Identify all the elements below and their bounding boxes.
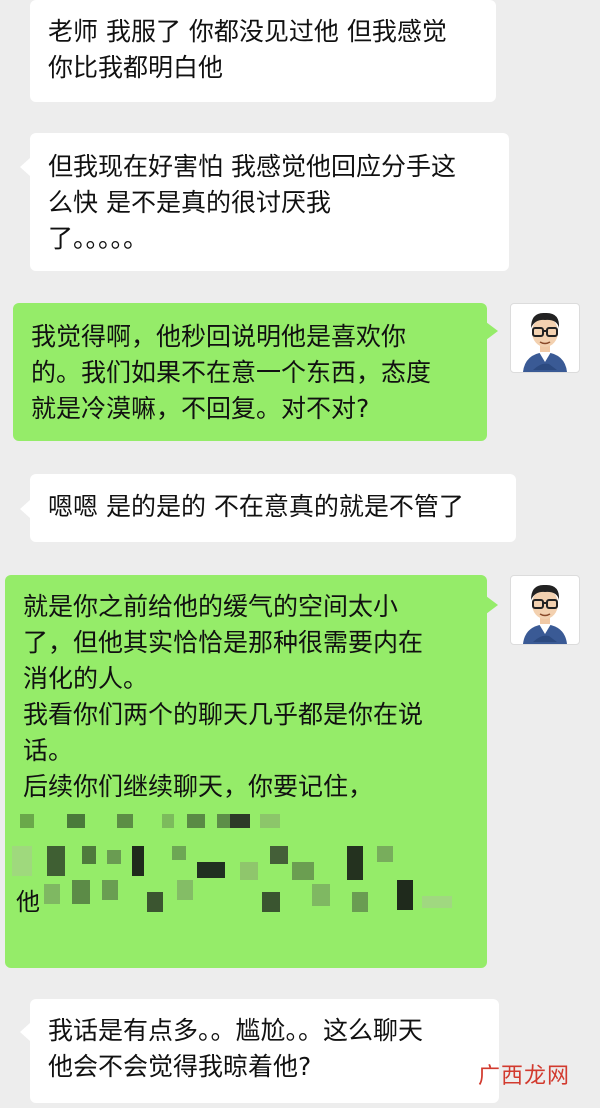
bubble-tail [486,596,498,614]
message-text-line: 我看你们两个的聊天几乎都是你在说 [23,700,424,729]
incoming-message: 但我现在好害怕 我感觉他回应分手这 么快 是不是真的很讨厌我 了。。。。。 [30,133,509,271]
bubble-tail [486,322,498,340]
message-text-line: 么快 是不是真的很讨厌我 [48,188,331,217]
message-text-line: 就是你之前给他的缓气的空间太小 [23,592,399,621]
outgoing-message: 我觉得啊，他秒回说明他是喜欢你 的。我们如果不在意一个东西，态度 就是冷漠嘛，不… [13,303,487,441]
teacher-avatar-icon [523,312,567,372]
message-text-line: 后续你们继续聊天，你要记住， [23,772,374,801]
avatar[interactable] [510,303,580,373]
message-text-line: 话。 [23,736,74,765]
bubble-tail [20,158,30,176]
message-text-line: 我觉得啊，他秒回说明他是喜欢你 [31,322,407,351]
censored-region: 他 [12,810,482,930]
message-text-line: 老师 我服了 你都没见过他 但我感觉 [48,17,447,46]
message-text-line: 消化的人。 [23,664,149,693]
message-text-line: 我话是有点多。。尴尬。。这么聊天 [48,1016,424,1045]
incoming-message: 老师 我服了 你都没见过他 但我感觉 你比我都明白他 [30,0,496,102]
incoming-message: 我话是有点多。。尴尬。。这么聊天 他会不会觉得我晾着他? [30,999,499,1103]
watermark-logo: 广西龙网 [477,1064,570,1089]
message-text-line: 他会不会觉得我晾着他? [48,1052,312,1081]
message-text-line: 嗯嗯 是的是的 不在意真的就是不管了 [48,492,464,521]
message-text-line: 但我现在好害怕 我感觉他回应分手这 [48,152,456,181]
teacher-avatar-icon [523,584,567,644]
message-text-line: 就是冷漠嘛，不回复。对不对? [31,394,370,423]
avatar[interactable] [510,575,580,645]
message-text-line: 了。。。。。 [48,224,149,253]
censored-fragment: 他 [16,888,40,916]
bubble-tail [20,500,30,518]
bubble-tail [20,1023,30,1041]
incoming-message: 嗯嗯 是的是的 不在意真的就是不管了 [30,474,516,542]
message-text-line: 你比我都明白他 [48,53,224,82]
message-text-line: 了，但他其实恰恰是那种很需要内在 [23,628,424,657]
message-text-line: 的。我们如果不在意一个东西，态度 [31,358,432,387]
